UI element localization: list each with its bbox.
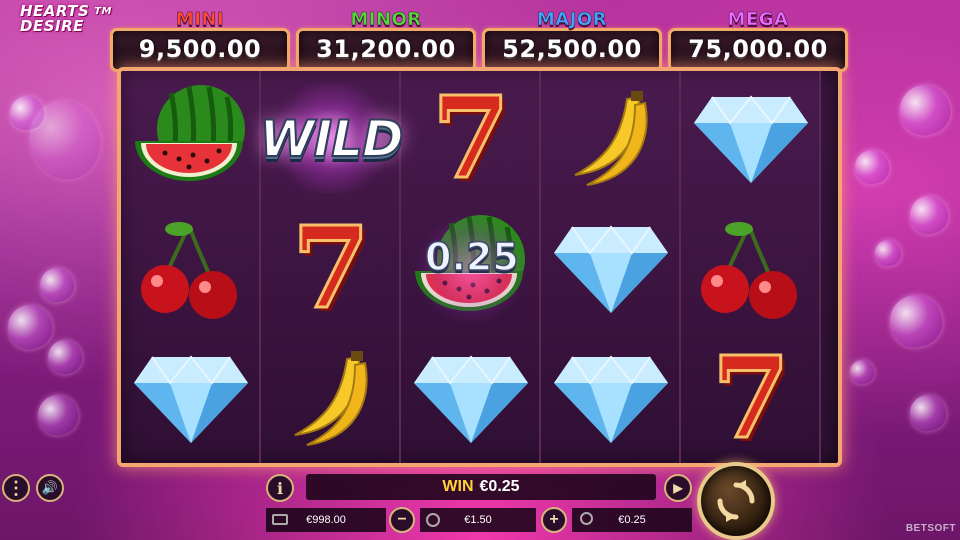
heart-decoration [33,390,83,440]
provider-logo: BETSOFT [905,523,956,534]
heart-decoration [905,191,953,239]
reel-cell: 7 [401,73,541,205]
reel-cell [261,333,401,463]
heart-decoration [36,264,78,306]
reel-grid: WILD 7 7 0.25 7 [117,67,842,467]
reel-cell [541,73,681,205]
last-win-value: €0.25 [618,514,646,526]
seven-symbol: 7 [291,203,372,334]
heart-decoration [905,390,951,436]
last-win-display: €0.25 [572,508,692,532]
autoplay-button[interactable]: ▶ [664,474,692,502]
wild-symbol: WILD [258,109,404,169]
heart-decoration [847,357,877,387]
jackpot-mini-value: 9,500.00 [138,35,262,63]
jackpot-minor-label: MINOR [350,9,422,31]
bet-decrease-button[interactable]: − [389,507,415,533]
reel-1 [121,71,261,463]
reel-5: 7 [681,71,821,463]
cherry-symbol [139,219,243,319]
game-logo: HEARTS DESIRE TM [20,4,112,34]
jackpot-mega-label: MEGA [727,9,789,31]
diamond-symbol [692,93,810,185]
cherry-symbol [699,219,803,319]
jackpot-major-value: 52,500.00 [502,35,642,63]
minus-icon: − [397,511,407,528]
info-icon: i [276,478,284,498]
plus-icon: + [549,511,559,528]
award-icon [580,512,593,525]
heart-decoration [872,237,904,269]
balance-value: €998.00 [306,514,346,526]
reel-cell: 7 [681,333,821,464]
reel-2: WILD 7 [258,71,405,463]
reel-cell [401,333,541,463]
jackpot-mega-value: 75,000.00 [688,35,828,63]
reel-cell: 7 [261,203,401,335]
diamond-symbol [412,353,530,445]
jackpot-mega-box: 75,000.00 [668,28,848,72]
seven-symbol: 7 [711,333,792,464]
spin-button[interactable] [697,462,775,540]
banana-symbol [281,349,381,449]
jackpot-minor-value: 31,200.00 [316,35,456,63]
jackpot-minor: 31,200.00 MINOR [296,6,476,72]
bet-increase-button[interactable]: + [541,507,567,533]
reel-cell [541,203,681,335]
jackpot-major-box: 52,500.00 [482,28,662,72]
menu-icon: ⋮ [7,478,25,498]
heart-decoration [894,79,956,141]
jackpot-mini: 9,500.00 MINI [110,6,290,72]
diamond-symbol [132,353,250,445]
reel-cell: WILD [258,73,405,205]
reel-cell: 0.25 [401,203,541,335]
reel-cell [681,203,821,335]
jackpot-mega: 75,000.00 MEGA [668,6,848,72]
diamond-symbol [552,223,670,315]
coins-icon [426,513,440,527]
jackpot-mini-box: 9,500.00 [110,28,290,72]
reel-cell [541,333,681,463]
coin-value: 0.25 [424,234,519,280]
win-display: WIN €0.25 [306,474,656,500]
jackpot-mini-label: MINI [175,9,225,31]
bet-display: €1.50 [420,508,536,532]
heart-decoration [884,289,948,353]
diamond-symbol [552,353,670,445]
play-icon: ▶ [673,481,683,495]
heart-decoration [44,336,86,378]
jackpot-major-label: MAJOR [536,9,608,31]
heart-decoration [3,300,57,354]
jackpot-minor-box: 31,200.00 [296,28,476,72]
info-button[interactable]: i [266,474,294,502]
spin-icon [717,480,755,522]
reel-cell [121,333,261,463]
balance-display: €998.00 [266,508,386,532]
seven-symbol: 7 [431,73,512,204]
heart-decoration [851,146,893,188]
bet-value: €1.50 [464,514,492,526]
watermelon-symbol: 0.25 [411,209,531,329]
wallet-icon [272,514,288,525]
reel-cell [681,73,821,205]
reel-4 [541,71,681,463]
speaker-icon: 🔊 [41,480,59,495]
logo-line-2: DESIRE [20,17,84,35]
reel-3: 7 0.25 [401,71,541,463]
menu-button[interactable]: ⋮ [2,474,30,502]
sound-button[interactable]: 🔊 [36,474,64,502]
banana-symbol [561,89,661,189]
watermelon-symbol [131,79,251,199]
win-value: €0.25 [479,478,520,495]
reel-cell [121,203,261,335]
jackpot-major: 52,500.00 MAJOR [482,6,662,72]
win-label: WIN [442,478,474,495]
reel-cell [121,73,261,205]
